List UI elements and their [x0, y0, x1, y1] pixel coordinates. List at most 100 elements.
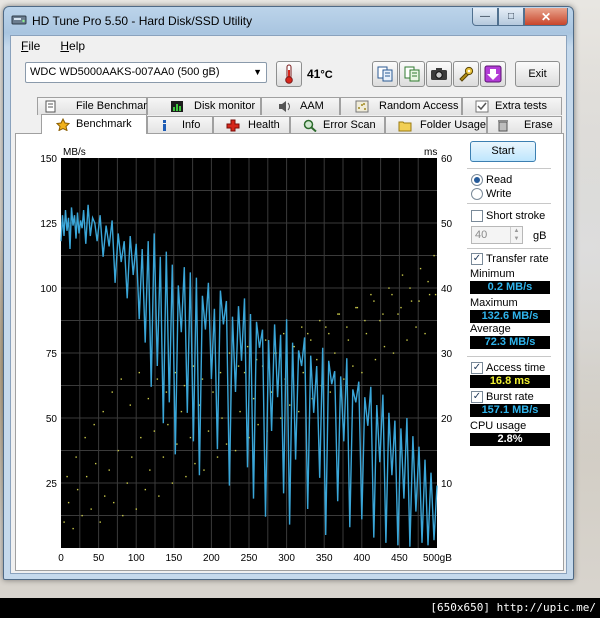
- tab-disk-monitor-label: Disk monitor: [194, 100, 256, 112]
- tab-file-benchmark[interactable]: File Benchmark: [37, 97, 152, 115]
- copy-text-icon: [377, 66, 393, 82]
- close-button[interactable]: ✕: [524, 8, 568, 26]
- temperature-value: 41: [307, 67, 321, 81]
- copy-all-button[interactable]: [399, 61, 425, 87]
- transfer-rate-checkbox[interactable]: ✓: [471, 253, 483, 265]
- menu-bar: File Help: [11, 38, 95, 54]
- cpu-usage-value: 2.8%: [470, 433, 550, 446]
- tab-folder-usage[interactable]: Folder Usage: [385, 116, 487, 134]
- menu-file[interactable]: File: [11, 38, 50, 54]
- tab-benchmark[interactable]: Benchmark: [41, 114, 147, 134]
- maximize-button[interactable]: □: [498, 8, 524, 26]
- camera-icon: [431, 68, 447, 80]
- drive-select[interactable]: WDC WD5000AAKS-007AA0 (500 gB) ▼: [25, 62, 267, 83]
- minimize-button[interactable]: —: [472, 8, 498, 26]
- tab-extra-tests[interactable]: Extra tests: [462, 97, 562, 115]
- access-time-label: Access time: [486, 362, 546, 374]
- benchmark-panel: [15, 133, 564, 571]
- tab-extra-tests-label: Extra tests: [495, 100, 547, 112]
- maximum-value: 132.6 MB/s: [470, 310, 550, 323]
- options-button[interactable]: [453, 61, 479, 87]
- transfer-rate-label: Transfer rate: [486, 253, 549, 265]
- burst-rate-label: Burst rate: [486, 391, 534, 403]
- tab-file-benchmark-label: File Benchmark: [76, 100, 153, 112]
- read-radio[interactable]: [471, 174, 483, 186]
- save-button[interactable]: [480, 61, 506, 87]
- thermometer-icon: [285, 64, 293, 84]
- drive-select-value: WDC WD5000AAKS-007AA0 (500 gB): [30, 66, 220, 78]
- extra-tests-icon: [475, 100, 489, 113]
- magnifier-icon: [303, 119, 317, 132]
- temperature-unit: °C: [320, 69, 333, 81]
- separator: [467, 203, 551, 204]
- random-access-icon: [355, 100, 369, 113]
- info-icon: [163, 120, 166, 131]
- minimum-label: Minimum: [470, 268, 515, 280]
- tab-benchmark-label: Benchmark: [76, 118, 132, 130]
- screenshot-button[interactable]: [426, 61, 452, 87]
- erase-bin-icon: [498, 120, 508, 132]
- separator: [467, 168, 551, 169]
- tab-folder-usage-label: Folder Usage: [420, 119, 487, 131]
- temperature-button[interactable]: [276, 61, 302, 87]
- spinner-arrows-icon[interactable]: ▲ ▼: [510, 227, 522, 243]
- tab-health[interactable]: Health: [213, 116, 290, 134]
- access-time-checkbox[interactable]: ✓: [471, 362, 483, 374]
- download-arrow-icon: [484, 65, 502, 83]
- separator: [467, 356, 551, 357]
- tab-disk-monitor[interactable]: Disk monitor: [147, 97, 261, 115]
- cpu-usage-label: CPU usage: [470, 420, 527, 432]
- watermark: [650x650] http://upic.me/: [430, 601, 596, 614]
- copy-all-icon: [404, 66, 420, 82]
- write-radio[interactable]: [471, 188, 483, 200]
- read-label: Read: [486, 174, 513, 186]
- short-stroke-checkbox[interactable]: [471, 210, 483, 222]
- copy-text-button[interactable]: [372, 61, 398, 87]
- title-bar[interactable]: HD Tune Pro 5.50 - Hard Disk/SSD Utility…: [4, 7, 573, 34]
- speaker-icon: [279, 101, 290, 112]
- minimum-value: 0.2 MB/s: [470, 281, 550, 294]
- minimize-icon: —: [480, 11, 490, 22]
- benchmark-icon: [56, 118, 70, 131]
- tab-aam[interactable]: AAM: [261, 97, 340, 115]
- temperature-readout: 41°C: [307, 67, 333, 81]
- app-icon: [11, 15, 27, 25]
- access-time-value: 16.8 ms: [470, 375, 550, 388]
- tab-erase[interactable]: Erase: [487, 116, 562, 134]
- tab-health-label: Health: [248, 119, 280, 131]
- start-button[interactable]: Start: [470, 141, 536, 162]
- window-title: HD Tune Pro 5.50 - Hard Disk/SSD Utility: [32, 14, 253, 28]
- write-label: Write: [486, 188, 512, 200]
- short-stroke-spinner[interactable]: 40 ▲ ▼: [471, 226, 523, 244]
- menu-help[interactable]: Help: [50, 38, 95, 54]
- file-benchmark-icon: [45, 100, 56, 113]
- health-cross-icon: [226, 119, 240, 132]
- exit-button[interactable]: Exit: [515, 61, 560, 87]
- tab-random-access[interactable]: Random Access: [340, 97, 462, 115]
- tab-error-scan[interactable]: Error Scan: [290, 116, 385, 134]
- tab-info[interactable]: Info: [147, 116, 213, 134]
- disk-monitor-icon: [171, 101, 183, 112]
- folder-icon: [398, 121, 412, 132]
- tab-error-scan-label: Error Scan: [323, 119, 376, 131]
- tab-random-access-label: Random Access: [379, 100, 459, 112]
- short-stroke-unit: gB: [533, 230, 547, 242]
- short-stroke-label: Short stroke: [486, 210, 546, 222]
- burst-rate-checkbox[interactable]: ✓: [471, 391, 483, 403]
- burst-rate-value: 157.1 MB/s: [470, 404, 550, 417]
- wrench-icon: [459, 66, 474, 82]
- menu-help-accel: H: [60, 39, 70, 53]
- average-label: Average: [470, 323, 511, 335]
- menu-file-label: ile: [28, 39, 41, 53]
- short-stroke-value: 40: [475, 229, 488, 241]
- close-icon: ✕: [540, 9, 552, 24]
- dropdown-arrow-icon: ▼: [253, 67, 262, 77]
- menu-help-label: elp: [69, 39, 86, 53]
- separator: [467, 248, 551, 249]
- tab-info-label: Info: [182, 119, 201, 131]
- maximize-icon: □: [507, 11, 515, 22]
- tab-aam-label: AAM: [300, 100, 324, 112]
- maximum-label: Maximum: [470, 297, 518, 309]
- average-value: 72.3 MB/s: [470, 336, 550, 349]
- tab-erase-label: Erase: [524, 119, 553, 131]
